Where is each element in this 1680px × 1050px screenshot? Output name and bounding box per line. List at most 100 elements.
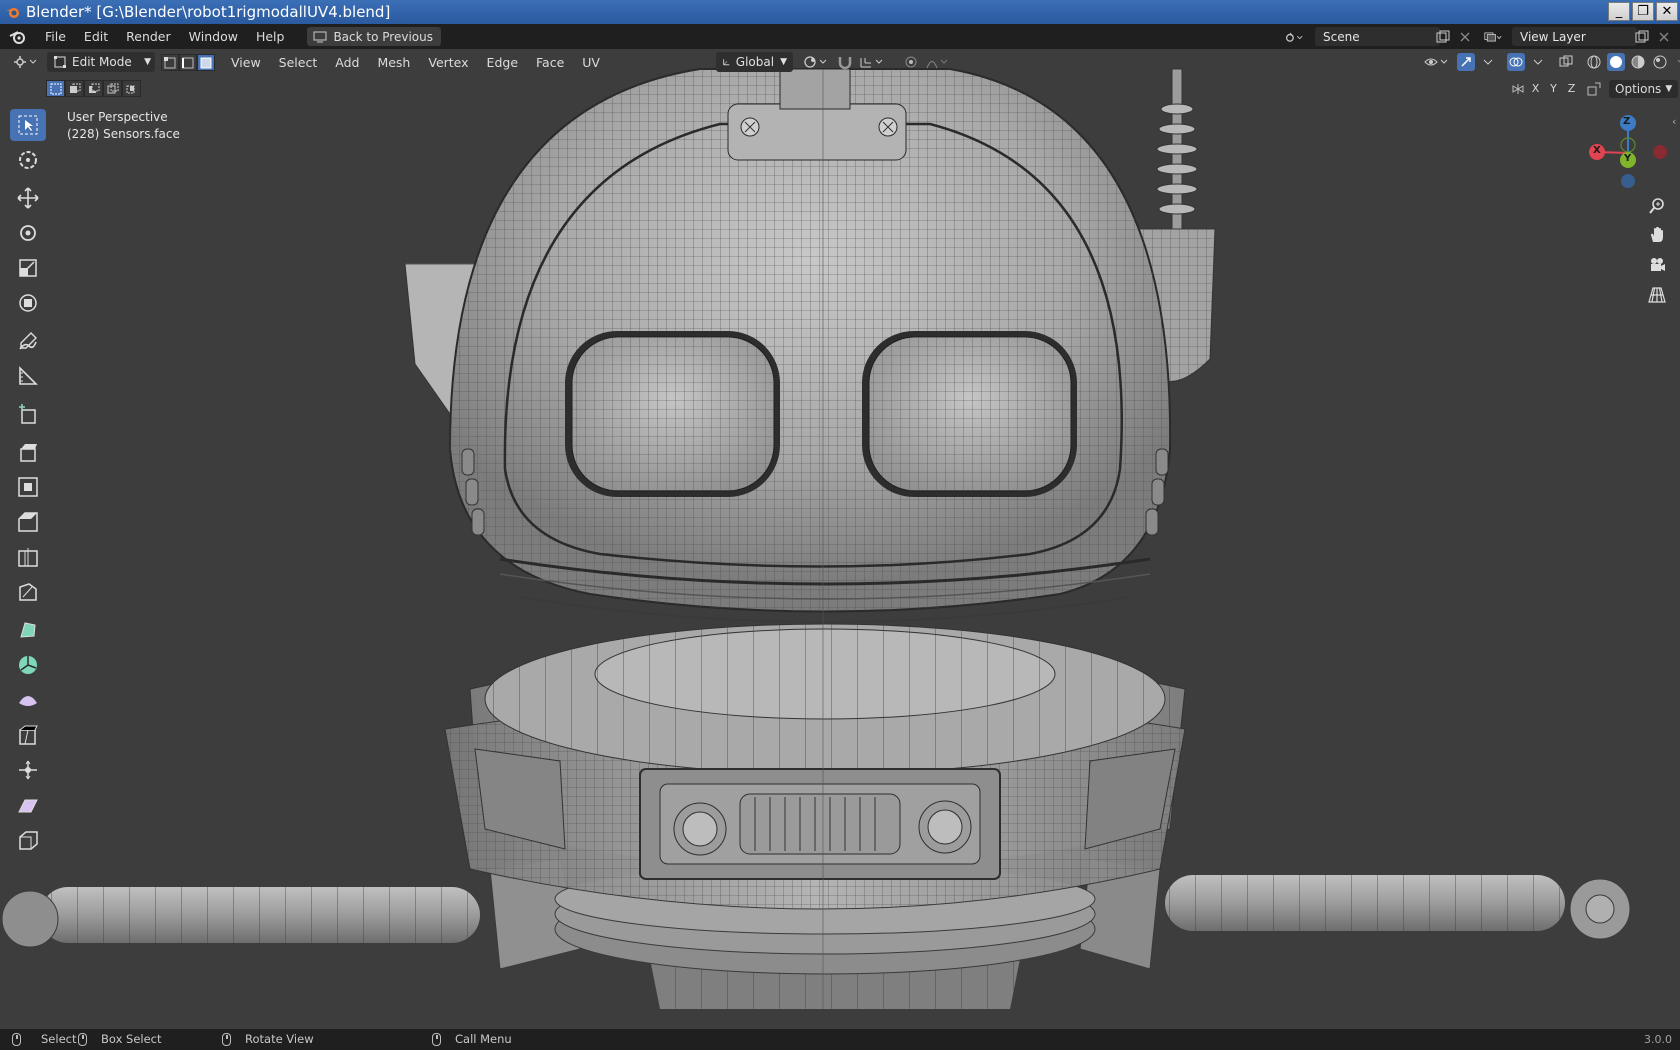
tool-smooth[interactable] xyxy=(10,684,46,716)
menu-face[interactable]: Face xyxy=(527,55,573,70)
solid-shading-icon[interactable] xyxy=(1607,53,1625,71)
maximize-button[interactable]: ❐ xyxy=(1632,2,1654,21)
tool-loop-cut[interactable] xyxy=(10,541,46,573)
new-view-layer-icon[interactable] xyxy=(1633,28,1651,46)
falloff-curve-icon[interactable] xyxy=(924,53,952,71)
edge-slide-icon xyxy=(19,725,38,745)
auto-merge-icon[interactable] xyxy=(1586,80,1601,97)
select-subtract-icon xyxy=(88,83,99,93)
tool-rotate[interactable] xyxy=(10,217,46,249)
butterfly-symmetry-icon[interactable] xyxy=(1510,80,1525,97)
tool-knife[interactable] xyxy=(10,576,46,608)
tool-edge-slide[interactable] xyxy=(10,719,46,751)
mirror-x-button[interactable]: X xyxy=(1528,80,1543,97)
select-extend-button[interactable] xyxy=(65,80,84,97)
delete-scene-icon[interactable] xyxy=(1456,28,1474,46)
gizmo-toggle-icon[interactable] xyxy=(1457,53,1475,71)
measure-ruler-icon xyxy=(19,366,38,385)
menu-select[interactable]: Select xyxy=(270,55,327,70)
extrude-icon xyxy=(20,444,37,462)
select-mode-group xyxy=(161,54,215,71)
minimize-button[interactable]: _ xyxy=(1608,2,1630,21)
face-select-button[interactable] xyxy=(197,54,215,71)
navigation-gizmo[interactable]: Z X Y xyxy=(1585,110,1671,196)
editor-type-icon[interactable] xyxy=(12,53,40,71)
tool-annotate[interactable] xyxy=(10,325,46,357)
transform-orientation-dropdown[interactable]: Global ▼ xyxy=(716,52,793,72)
face-select-icon xyxy=(200,57,212,68)
menu-edge[interactable]: Edge xyxy=(478,55,527,70)
chevron-down-icon[interactable] xyxy=(1529,53,1547,71)
tool-inset[interactable] xyxy=(10,471,46,503)
blender-menu-icon[interactable] xyxy=(0,29,36,45)
menu-render[interactable]: Render xyxy=(117,29,180,44)
select-intersect-button[interactable] xyxy=(122,80,141,97)
options-label: Options xyxy=(1615,82,1662,96)
tool-poly-build[interactable] xyxy=(10,614,46,646)
tool-bevel[interactable] xyxy=(10,506,46,538)
snap-target-icon[interactable] xyxy=(858,53,888,71)
tool-extrude[interactable] xyxy=(10,436,46,468)
sidebar-toggle-icon[interactable]: ‹ xyxy=(1672,115,1676,128)
menu-help[interactable]: Help xyxy=(247,29,294,44)
mode-dropdown[interactable]: Edit Mode ▼ xyxy=(47,52,155,72)
tool-scale[interactable] xyxy=(10,252,46,284)
scene-field[interactable]: Scene xyxy=(1315,27,1440,46)
status-rotate-view-label: Rotate View xyxy=(245,1032,314,1046)
tool-spin[interactable] xyxy=(10,649,46,681)
menu-file[interactable]: File xyxy=(36,29,75,44)
menu-mesh[interactable]: Mesh xyxy=(368,55,419,70)
xray-toggle-icon[interactable] xyxy=(1557,53,1575,71)
menu-edit[interactable]: Edit xyxy=(75,29,117,44)
3d-viewport[interactable]: Edit Mode ▼ View Select Add Mesh Vertex … xyxy=(0,49,1680,1029)
tool-shear[interactable] xyxy=(10,789,46,821)
tool-measure[interactable] xyxy=(10,360,46,392)
zoom-button[interactable] xyxy=(1644,193,1670,219)
chevron-down-icon[interactable] xyxy=(1673,53,1680,71)
scene-selector-icon[interactable] xyxy=(1285,28,1303,46)
chevron-down-icon[interactable] xyxy=(1479,53,1497,71)
mirror-z-button[interactable]: Z xyxy=(1564,80,1579,97)
edge-select-button[interactable] xyxy=(179,54,197,71)
pan-button[interactable] xyxy=(1644,222,1670,248)
tool-select-box[interactable] xyxy=(10,109,46,141)
tool-rip-region[interactable] xyxy=(10,824,46,856)
tool-add-cube[interactable] xyxy=(10,398,46,430)
back-to-previous-button[interactable]: Back to Previous xyxy=(307,27,441,46)
pivot-point-icon[interactable] xyxy=(802,53,832,71)
spin-icon xyxy=(19,656,37,674)
proportional-editing-icon[interactable] xyxy=(902,53,920,71)
mirror-y-button[interactable]: Y xyxy=(1546,80,1561,97)
select-new-button[interactable] xyxy=(46,80,65,97)
menu-add[interactable]: Add xyxy=(326,55,368,70)
material-shading-icon[interactable] xyxy=(1629,53,1647,71)
wireframe-shading-icon[interactable] xyxy=(1585,53,1603,71)
rendered-shading-icon[interactable] xyxy=(1651,53,1669,71)
tool-shrink-fatten[interactable] xyxy=(10,754,46,786)
menu-window[interactable]: Window xyxy=(180,29,247,44)
back-to-previous-label: Back to Previous xyxy=(333,29,433,44)
select-invert-button[interactable] xyxy=(103,80,122,97)
camera-view-button[interactable] xyxy=(1644,252,1670,278)
perspective-toggle-button[interactable] xyxy=(1644,282,1670,308)
select-subtract-button[interactable] xyxy=(84,80,103,97)
visibility-eye-icon[interactable] xyxy=(1423,53,1453,71)
tool-transform[interactable] xyxy=(10,287,46,319)
menu-view[interactable]: View xyxy=(222,55,270,70)
knife-icon xyxy=(19,583,37,601)
options-dropdown[interactable]: Options ▼ xyxy=(1609,80,1679,98)
vertex-select-button[interactable] xyxy=(161,54,179,71)
overlays-toggle-icon[interactable] xyxy=(1507,53,1525,71)
view-layer-selector-icon[interactable] xyxy=(1484,28,1502,46)
snap-magnet-icon[interactable] xyxy=(836,53,854,71)
tool-cursor[interactable] xyxy=(10,144,46,176)
menu-vertex[interactable]: Vertex xyxy=(419,55,477,70)
viewport-info-overlay: User Perspective (228) Sensors.face xyxy=(67,109,180,143)
tool-move[interactable] xyxy=(10,182,46,214)
close-button[interactable]: ✕ xyxy=(1656,2,1678,21)
view-layer-field[interactable]: View Layer xyxy=(1512,27,1637,46)
chevron-down-icon: ▼ xyxy=(1665,84,1673,94)
delete-view-layer-icon[interactable] xyxy=(1655,28,1673,46)
menu-uv[interactable]: UV xyxy=(573,55,609,70)
new-scene-icon[interactable] xyxy=(1434,28,1452,46)
